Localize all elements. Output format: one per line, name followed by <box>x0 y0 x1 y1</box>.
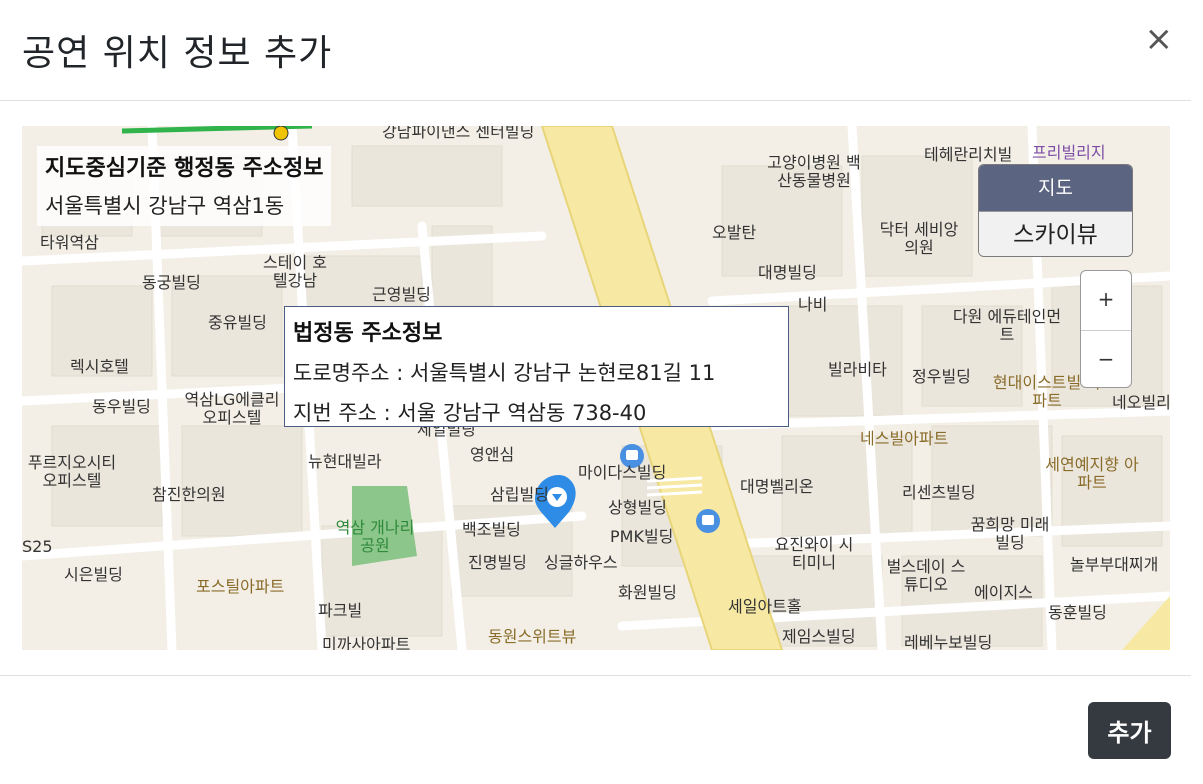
map-label: 포스틸아파트 <box>196 577 285 596</box>
map-type-control: 지도 스카이뷰 <box>978 164 1133 257</box>
map-label: 네오빌리 <box>1112 393 1170 412</box>
map-label: 리센츠빌딩 <box>902 483 976 502</box>
map-label: 뉴현대빌라 <box>308 452 382 471</box>
map-label: 프리빌리지 <box>1032 143 1106 162</box>
map-label: 백조빌딩 <box>462 520 521 539</box>
map-label: 미까사아파트 <box>322 635 411 650</box>
bus-stop-icon <box>696 509 720 533</box>
map-label: 대명빌딩 <box>758 263 817 282</box>
zoom-out-button[interactable]: − <box>1081 330 1131 387</box>
map-label: PMK빌딩 <box>610 527 674 546</box>
map-label: 제임스빌딩 <box>782 627 856 646</box>
map-label: 렉시호텔 <box>70 357 129 376</box>
map-label: 강남파이낸스 센터빌딩 <box>382 126 535 141</box>
popup-title: 법정동 주소정보 <box>293 321 443 346</box>
map-label: 화원빌딩 <box>618 583 677 602</box>
close-icon[interactable]: × <box>1145 22 1174 56</box>
map-label: 벌스데이 스튜디오 <box>886 557 966 595</box>
map-label: 고양이병원 백산동물병원 <box>767 153 861 191</box>
modal-header: 공연 위치 정보 추가 × <box>0 0 1191 101</box>
add-button[interactable]: 추가 <box>1088 702 1171 759</box>
map-label: 역삼LG에클리 오피스텔 <box>184 390 280 428</box>
center-address-panel: 지도중심기준 행정동 주소정보 서울특별시 강남구 역삼1동 <box>37 146 332 226</box>
map-label: 스테이 호텔강남 <box>263 253 327 291</box>
map-label: 오발탄 <box>712 223 757 242</box>
address-info-popup: 법정동 주소정보 도로명주소 : 서울특별시 강남구 논현로81길 11 지번 … <box>284 306 789 427</box>
map-label: 역삼 개나리공원 <box>335 518 415 556</box>
map-label: 진명빌딩 <box>468 553 527 572</box>
map-label: 동훈빌딩 <box>1048 603 1107 622</box>
map-label: 중유빌딩 <box>208 313 267 332</box>
map-label: 세일아트홀 <box>728 597 802 616</box>
map-label: 동원스위트뷰 <box>488 627 577 646</box>
map-type-roadmap-button[interactable]: 지도 <box>979 165 1132 211</box>
map-label: 마이다스빌딩 <box>578 463 667 482</box>
map-label: 레베누보빌딩 <box>904 633 993 650</box>
road-address: 도로명주소 : 서울특별시 강남구 논현로81길 11 <box>293 361 716 385</box>
map-label: S25 <box>22 537 53 556</box>
map-label: 대명벨리온 <box>740 477 814 496</box>
map-label: 참진한의원 <box>152 485 226 504</box>
map-label: 테헤란리치빌 <box>924 145 1013 164</box>
map-label: 세연예지향 아파트 <box>1045 455 1139 493</box>
map-label: 빌라비타 <box>828 360 887 379</box>
modal-dialog: 공연 위치 정보 추가 × 강남파이낸스 센터빌딩 타워역삼 동궁빌딩 스테이 … <box>0 0 1191 784</box>
modal-footer: 추가 <box>0 675 1191 784</box>
map-label: 나비 <box>798 295 828 314</box>
map-type-skyview-button[interactable]: 스카이뷰 <box>979 211 1132 256</box>
lot-address: 지번 주소 : 서울 강남구 역삼동 738-40 <box>293 401 647 425</box>
map-label: 싱글하우스 <box>544 553 618 572</box>
map-label: 상형빌딩 <box>608 498 667 517</box>
map-label: 꿈희망 미래빌딩 <box>970 515 1050 553</box>
center-address-value: 서울특별시 강남구 역삼1동 <box>45 194 285 218</box>
map-label: 동우빌딩 <box>92 397 151 416</box>
map-label: 요진와이 시티미니 <box>774 535 854 573</box>
zoom-control: + − <box>1080 270 1132 388</box>
map-label: 근영빌딩 <box>372 285 431 304</box>
map-label: 놀부부대찌개 <box>1070 555 1159 574</box>
map-label: 다원 에듀테인먼트 <box>952 307 1062 345</box>
map-label: 삼립빌딩 <box>490 485 549 504</box>
zoom-in-button[interactable]: + <box>1081 271 1131 330</box>
center-address-title: 지도중심기준 행정동 주소정보 <box>45 156 324 181</box>
map-label: 타워역삼 <box>40 233 99 252</box>
modal-title: 공연 위치 정보 추가 <box>22 33 333 74</box>
map-view[interactable]: 강남파이낸스 센터빌딩 타워역삼 동궁빌딩 스테이 호텔강남 근영빌딩 고양이병… <box>22 126 1170 650</box>
map-label: 에이지스 <box>974 583 1033 602</box>
map-label: 동궁빌딩 <box>142 273 201 292</box>
map-label: 닥터 세비앙의원 <box>879 220 959 258</box>
map-label: 시은빌딩 <box>64 565 123 584</box>
map-label: 푸르지오시티 오피스텔 <box>27 453 117 491</box>
map-label: 파크빌 <box>318 601 363 620</box>
map-label: 정우빌딩 <box>912 367 971 386</box>
map-label: 영앤심 <box>470 445 515 464</box>
map-label: 네스빌아파트 <box>860 429 949 448</box>
